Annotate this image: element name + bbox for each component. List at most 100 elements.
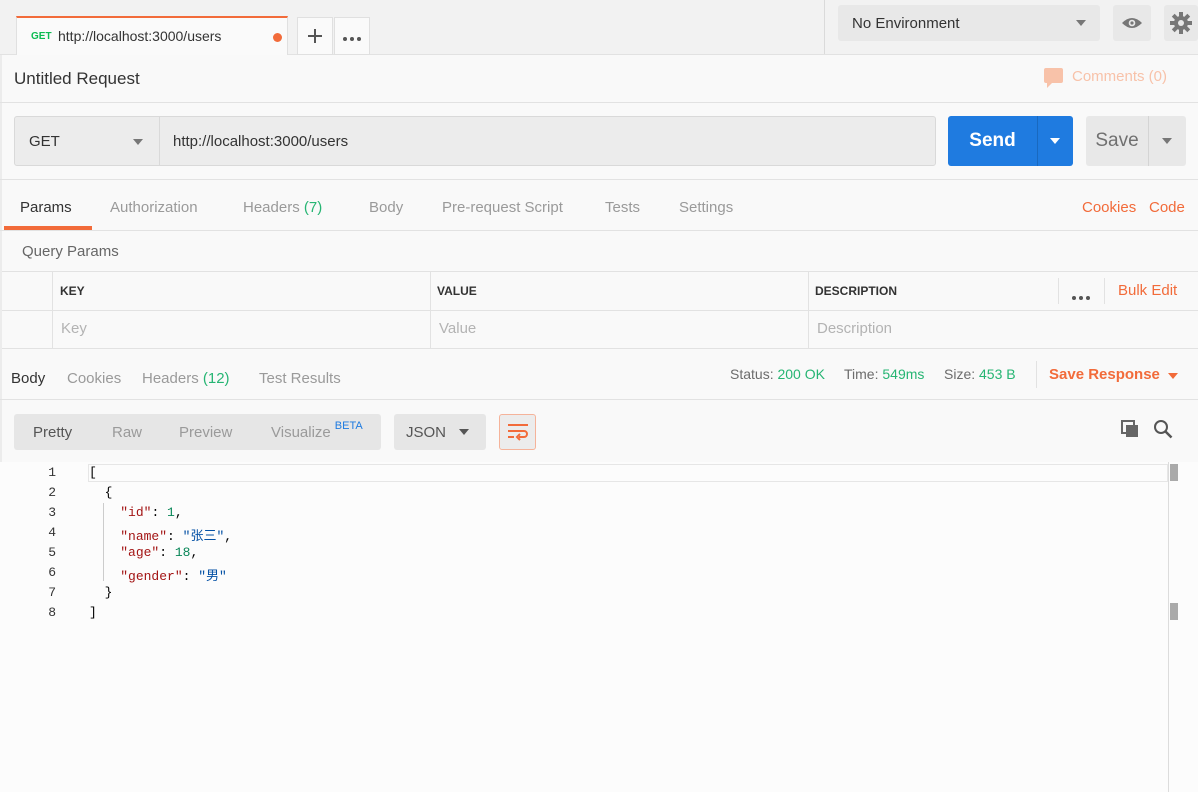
column-header-description: DESCRIPTION xyxy=(815,284,898,298)
format-toggle-group: Pretty Raw Preview Visualize BETA xyxy=(14,414,381,450)
new-tab-button[interactable] xyxy=(297,17,333,55)
bulk-edit-link[interactable]: Bulk Edit xyxy=(1118,282,1177,299)
plus-icon xyxy=(308,29,322,43)
send-options-button[interactable] xyxy=(1037,116,1073,166)
save-button[interactable]: Save xyxy=(1086,116,1148,166)
divider xyxy=(0,230,1198,231)
language-select[interactable]: JSON xyxy=(394,414,486,450)
beta-badge: BETA xyxy=(334,420,363,432)
eye-icon xyxy=(1122,18,1142,28)
url-input[interactable] xyxy=(159,116,936,166)
language-label: JSON xyxy=(406,424,447,441)
code-line: "id": 1, xyxy=(89,505,182,520)
chevron-down-icon xyxy=(1050,138,1060,144)
code-token: , xyxy=(190,545,199,560)
tab-authorization[interactable]: Authorization xyxy=(110,199,198,216)
key-input[interactable]: Key xyxy=(61,320,87,337)
environment-select[interactable]: No Environment xyxy=(838,5,1100,41)
search-icon xyxy=(1154,420,1173,439)
code-token: : xyxy=(167,529,183,544)
request-tab-method: GET xyxy=(31,31,52,42)
wrap-lines-button[interactable] xyxy=(499,414,536,450)
response-tab-headers-label: Headers xyxy=(142,370,199,387)
response-tab-body[interactable]: Body xyxy=(11,370,45,387)
send-button[interactable]: Send xyxy=(948,116,1037,166)
format-raw[interactable]: Raw xyxy=(112,424,142,441)
comments-button[interactable]: Comments (0) xyxy=(1044,68,1167,88)
divider xyxy=(0,179,1198,180)
response-tab-headers[interactable]: Headers (12) xyxy=(142,370,230,387)
code-token: 1 xyxy=(167,505,175,520)
chevron-down-icon xyxy=(1168,373,1178,379)
chevron-down-icon xyxy=(133,139,143,145)
code-line: ] xyxy=(89,605,97,620)
status-value: 200 OK xyxy=(777,366,825,382)
line-number: 3 xyxy=(48,505,56,520)
column-divider xyxy=(430,272,431,349)
tab-body[interactable]: Body xyxy=(369,199,403,216)
tab-pre-request-script[interactable]: Pre-request Script xyxy=(442,199,563,216)
column-divider xyxy=(1104,278,1105,304)
tab-headers-label: Headers xyxy=(243,199,300,216)
value-input[interactable]: Value xyxy=(439,320,476,337)
response-tab-test-results[interactable]: Test Results xyxy=(259,370,341,387)
divider xyxy=(0,102,1198,103)
tab-tests[interactable]: Tests xyxy=(605,199,640,216)
tab-params[interactable]: Params xyxy=(20,199,72,216)
tab-more-button[interactable] xyxy=(334,17,370,55)
line-number: 4 xyxy=(48,525,56,540)
wrap-icon xyxy=(508,424,528,441)
code-token: 18 xyxy=(174,545,191,560)
line-number: 6 xyxy=(48,565,56,580)
response-status: Status: 200 OK xyxy=(730,366,825,382)
scrollbar-thumb[interactable] xyxy=(1170,464,1178,481)
code-token: : xyxy=(182,569,199,584)
code-token: "name" xyxy=(120,529,168,544)
method-select[interactable]: GET xyxy=(14,116,160,166)
copy-button[interactable] xyxy=(1120,419,1140,444)
status-label: Status: xyxy=(730,366,774,382)
response-tab-cookies[interactable]: Cookies xyxy=(67,370,121,387)
code-link[interactable]: Code xyxy=(1149,199,1185,216)
environment-quick-look-button[interactable] xyxy=(1113,5,1151,41)
request-tab[interactable]: GET http://localhost:3000/users xyxy=(16,16,288,55)
code-token: "age" xyxy=(120,545,160,560)
unsaved-dot-icon xyxy=(273,33,282,42)
comment-icon xyxy=(1044,68,1063,88)
divider xyxy=(2,310,1198,311)
code-token: "id" xyxy=(120,505,152,520)
chevron-down-icon xyxy=(1162,138,1172,144)
code-token: ] xyxy=(89,605,97,620)
line-number: 7 xyxy=(48,585,56,600)
code-line: } xyxy=(89,585,113,600)
chevron-down-icon xyxy=(1076,20,1086,26)
code-line: [ xyxy=(89,465,97,480)
format-pretty[interactable]: Pretty xyxy=(33,424,72,441)
save-response-button[interactable]: Save Response xyxy=(1049,366,1160,383)
cookies-link[interactable]: Cookies xyxy=(1082,199,1136,216)
scrollbar-thumb[interactable] xyxy=(1170,603,1178,620)
current-line-highlight xyxy=(88,464,1168,482)
request-title[interactable]: Untitled Request xyxy=(14,69,140,89)
tab-headers[interactable]: Headers (7) xyxy=(243,199,322,216)
request-tab-title: http://localhost:3000/users xyxy=(58,28,222,44)
format-preview[interactable]: Preview xyxy=(179,424,232,441)
column-options-button[interactable] xyxy=(1071,288,1091,306)
settings-button[interactable] xyxy=(1164,5,1198,41)
line-number: 8 xyxy=(48,605,56,620)
chevron-down-icon xyxy=(459,429,469,435)
line-number: 5 xyxy=(48,545,56,560)
visualize-label: Visualize xyxy=(271,424,331,441)
save-options-button[interactable] xyxy=(1148,116,1186,166)
editor-scrollbar-track xyxy=(1168,462,1169,792)
time-value: 549ms xyxy=(882,366,925,382)
description-input[interactable]: Description xyxy=(817,320,892,337)
tab-settings[interactable]: Settings xyxy=(679,199,733,216)
code-token: , xyxy=(224,529,233,544)
copy-icon xyxy=(1121,420,1138,437)
search-button[interactable] xyxy=(1153,419,1173,444)
format-visualize[interactable]: Visualize BETA xyxy=(271,420,363,441)
